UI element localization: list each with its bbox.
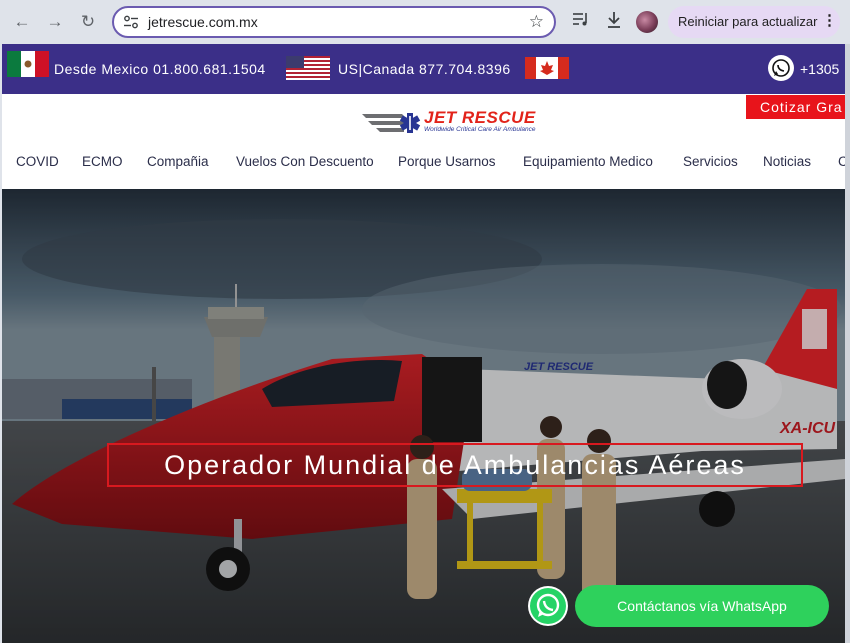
logo-wings-icon bbox=[362, 113, 421, 133]
canada-flag-icon bbox=[525, 57, 569, 79]
address-bar[interactable]: jetrescue.com.mx ☆ bbox=[112, 6, 556, 38]
nav-item-vuelos-descuento[interactable]: Vuelos Con Descuento bbox=[236, 154, 374, 169]
restart-to-update-label: Reiniciar para actualizar bbox=[678, 14, 818, 29]
download-icon[interactable] bbox=[603, 11, 625, 33]
whatsapp-phone-link[interactable]: +1305 bbox=[800, 61, 839, 77]
usa-flag-icon bbox=[286, 56, 330, 80]
jet-rescue-logo[interactable]: JET RESCUE Worldwide Critical Care Air A… bbox=[360, 108, 550, 138]
hero-title: Operador Mundial de Ambulancias Aéreas bbox=[164, 450, 746, 480]
hero-title-box: Operador Mundial de Ambulancias Aéreas bbox=[107, 443, 803, 487]
main-navigation: COVID ECMO Compañia Vuelos Con Descuento… bbox=[2, 154, 845, 178]
reload-icon[interactable]: ↻ bbox=[75, 9, 101, 35]
mexico-flag-icon bbox=[7, 51, 49, 77]
bookmark-star-icon[interactable]: ☆ bbox=[529, 12, 544, 32]
us-canada-phone-link[interactable]: US|Canada 877.704.8396 bbox=[338, 61, 511, 77]
nav-item-ecmo[interactable]: ECMO bbox=[82, 154, 123, 169]
browser-window: ← → ↻ jetrescue.com.mx ☆ Reiniciar para … bbox=[0, 0, 850, 643]
nav-item-covid[interactable]: COVID bbox=[16, 154, 59, 169]
url-text[interactable]: jetrescue.com.mx bbox=[148, 14, 258, 30]
media-controls-icon[interactable] bbox=[570, 11, 592, 33]
nav-item-servicios[interactable]: Servicios bbox=[683, 154, 738, 169]
whatsapp-contact-label: Contáctanos vía WhatsApp bbox=[617, 598, 787, 614]
mexico-phone-link[interactable]: Desde Mexico 01.800.681.1504 bbox=[54, 61, 266, 77]
whatsapp-icon[interactable] bbox=[768, 55, 794, 81]
whatsapp-contact-button[interactable]: Contáctanos vía WhatsApp bbox=[575, 585, 829, 627]
quote-button-label: Cotizar Gra bbox=[760, 99, 843, 115]
window-edge bbox=[845, 44, 850, 643]
back-arrow-icon[interactable]: ← bbox=[9, 9, 35, 35]
more-menu-icon[interactable]: ⋮ bbox=[822, 11, 837, 29]
nav-item-noticias[interactable]: Noticias bbox=[763, 154, 811, 169]
nav-item-compania[interactable]: Compañia bbox=[147, 154, 209, 169]
restart-to-update-button[interactable]: Reiniciar para actualizar ⋮ bbox=[668, 6, 840, 38]
browser-toolbar: ← → ↻ jetrescue.com.mx ☆ Reiniciar para … bbox=[0, 0, 850, 44]
site-header: JET RESCUE Worldwide Critical Care Air A… bbox=[2, 94, 845, 189]
forward-arrow-icon[interactable]: → bbox=[42, 9, 68, 35]
nav-item-equipamiento-medico[interactable]: Equipamiento Medico bbox=[523, 154, 653, 169]
quote-button[interactable]: Cotizar Gra bbox=[746, 95, 845, 119]
logo-tagline: Worldwide Critical Care Air Ambulance bbox=[424, 126, 536, 133]
nav-item-overflow[interactable]: C bbox=[838, 154, 845, 169]
logo-brand-text: JET RESCUE bbox=[424, 108, 536, 127]
whatsapp-float-icon[interactable] bbox=[528, 586, 568, 626]
page-viewport: Desde Mexico 01.800.681.1504 US|Canada 8… bbox=[2, 44, 845, 643]
contact-top-bar: Desde Mexico 01.800.681.1504 US|Canada 8… bbox=[2, 44, 845, 94]
profile-avatar[interactable] bbox=[636, 11, 658, 33]
site-settings-icon[interactable] bbox=[123, 15, 139, 29]
nav-item-porque-usarnos[interactable]: Porque Usarnos bbox=[398, 154, 496, 169]
hero-photo-air-ambulance: JET RESCUE XA-ICU bbox=[2, 189, 845, 643]
hero-banner: JET RESCUE XA-ICU Operador Mundial de Am… bbox=[2, 189, 845, 643]
